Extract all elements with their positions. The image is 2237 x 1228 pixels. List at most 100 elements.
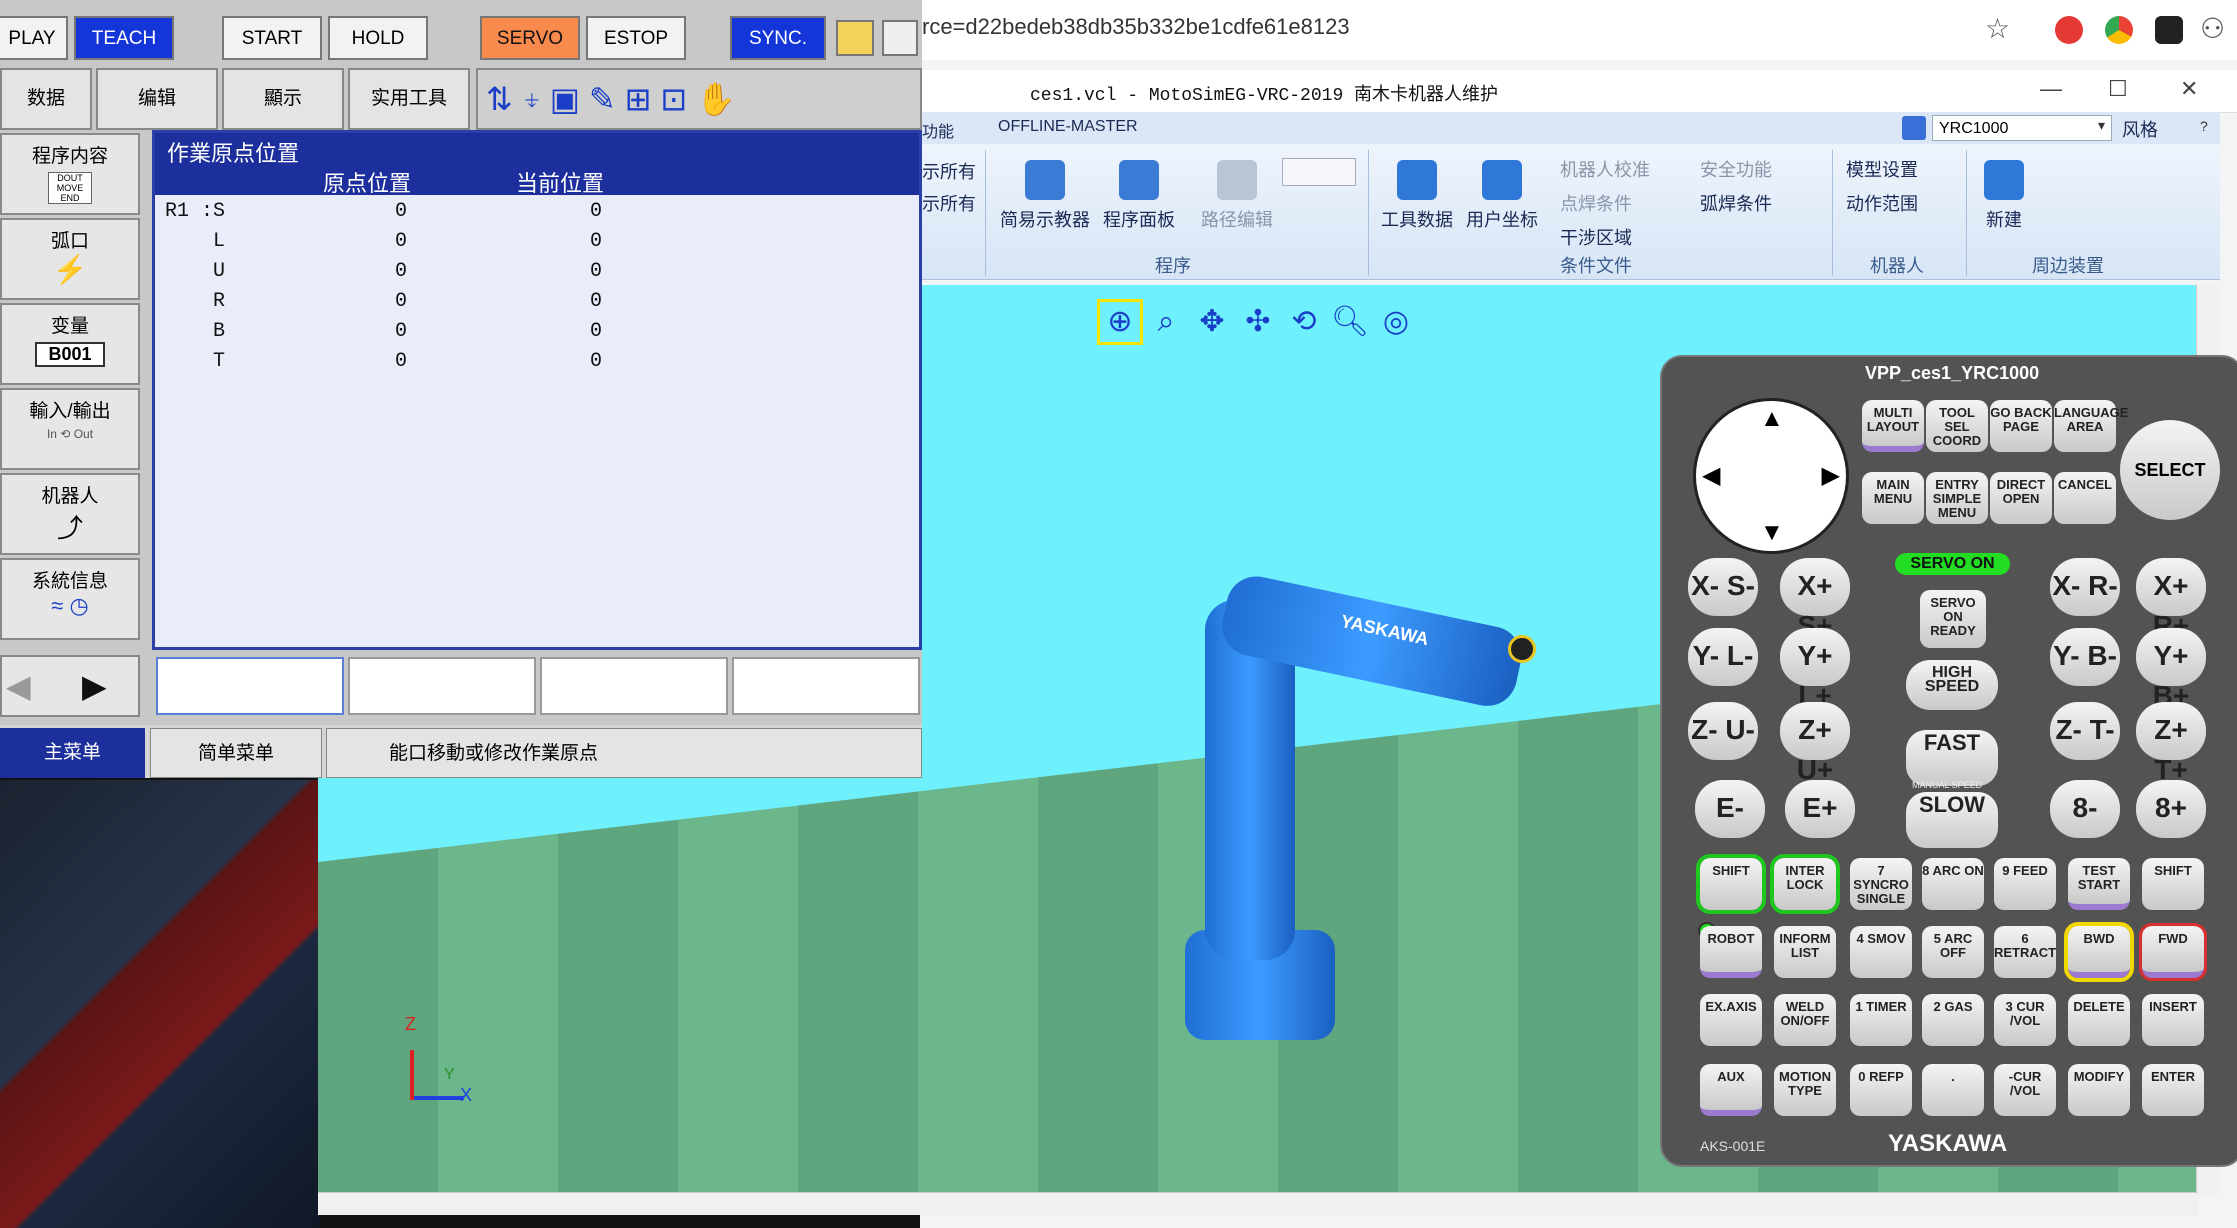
extension-icon[interactable] [2155, 16, 2183, 44]
play-button[interactable]: PLAY [0, 16, 68, 60]
url-text[interactable]: rce=d22bedeb38db35b332be1cdfe61e8123 [922, 14, 1350, 40]
path-combo[interactable] [1282, 158, 1356, 186]
hold-button[interactable]: HOLD [328, 16, 428, 60]
home-value[interactable]: 0 [395, 200, 407, 223]
side-variable[interactable]: 变量 B001 [0, 303, 140, 385]
home-value[interactable]: 0 [395, 290, 407, 313]
x-plus-key[interactable]: X+ S+ [1780, 558, 1850, 641]
motion-type-key[interactable]: MOTION TYPE [1774, 1064, 1836, 1116]
fast-key[interactable]: FAST [1906, 730, 1998, 786]
modify-key[interactable]: MODIFY [2068, 1064, 2130, 1116]
robot-calib-button[interactable]: 机器人校准 [1560, 156, 1650, 182]
trash-icon[interactable] [882, 20, 918, 56]
ry-plus-key[interactable]: Y+ B+ [2136, 628, 2206, 711]
minimize-button[interactable]: — [2040, 76, 2062, 102]
key-5[interactable]: 5 ARC OFF [1922, 926, 1984, 978]
shift-key-left[interactable]: SHIFT [1696, 854, 1766, 914]
chevron-down-icon[interactable]: ▾ [2098, 117, 2105, 134]
model-setting-button[interactable]: 模型设置 [1846, 156, 1918, 182]
servo-on-button[interactable]: SERVO ON [480, 16, 580, 91]
key-4[interactable]: 4 SMOV [1850, 926, 1912, 978]
zoom-icon[interactable]: 🔍︎ [1330, 302, 1370, 342]
x-minus-key[interactable]: X- S- [1688, 558, 1758, 616]
key-6[interactable]: 6 RETRACT [1994, 926, 2056, 978]
high-speed-key[interactable]: HIGH SPEED [1906, 660, 1998, 710]
input-cell-1[interactable] [156, 657, 344, 715]
safety-button[interactable]: 安全功能 [1700, 156, 1772, 182]
ry-minus-key[interactable]: Y- B- [2050, 628, 2120, 686]
y-minus-key[interactable]: Y- L- [1688, 628, 1758, 686]
menu-data[interactable]: 数据 [0, 68, 92, 130]
side-job[interactable]: 程序内容 DOUT MOVE END [0, 133, 140, 215]
horizontal-scrollbar[interactable] [318, 1192, 2198, 1215]
home-value[interactable]: 0 [395, 230, 407, 253]
shift-key-right[interactable]: SHIFT [2142, 858, 2204, 910]
folder-icon[interactable] [836, 20, 874, 56]
rx-plus-key[interactable]: X+ R+ [2136, 558, 2206, 641]
home-value[interactable]: 0 [395, 320, 407, 343]
e-plus-key[interactable]: E+ [1785, 780, 1855, 838]
home-value[interactable]: 0 [395, 260, 407, 283]
teach-button[interactable]: TEACH [74, 16, 174, 60]
key-7[interactable]: 7 SYNCRO SINGLE [1850, 858, 1912, 910]
layout-key[interactable]: MULTI LAYOUT [1862, 400, 1924, 452]
key-2[interactable]: 2 GAS [1922, 994, 1984, 1046]
fit-icon[interactable]: ◎ [1376, 302, 1416, 342]
key-8[interactable]: 8 ARC ON [1922, 858, 1984, 910]
e-minus-key[interactable]: E- [1695, 780, 1765, 838]
menu-display[interactable]: 顯示 [222, 68, 344, 130]
servo-ready-key[interactable]: SERVO ON READY [1920, 590, 1986, 648]
interference-button[interactable]: 干涉区域 [1560, 224, 1632, 250]
side-robot[interactable]: 机器人 ⤴ [0, 473, 140, 555]
dpad[interactable]: ▲ ▼ ◀ ▶ [1693, 398, 1849, 554]
cancel-key[interactable]: CANCEL [2054, 472, 2116, 524]
direct-open-key[interactable]: DIRECT OPEN [1990, 472, 2052, 524]
show-all-2[interactable]: 示所有 [922, 190, 976, 216]
z-minus-key[interactable]: Z- U- [1688, 702, 1758, 760]
path-edit-button[interactable]: 路径编辑 [1192, 160, 1282, 232]
sync-button[interactable]: SYNC. [730, 16, 826, 60]
program-panel-button[interactable]: 程序面板 [1097, 160, 1181, 232]
axis8-minus-key[interactable]: 8- [2050, 780, 2120, 838]
rz-minus-key[interactable]: Z- T- [2050, 702, 2120, 760]
orbit-icon[interactable]: ✥ [1192, 302, 1232, 342]
tab-function[interactable]: 功能 [922, 118, 954, 142]
dot-key[interactable]: . [1922, 1064, 1984, 1116]
page-next-icon[interactable]: ▶ [82, 667, 107, 705]
home-value[interactable]: 0 [395, 350, 407, 373]
adblock-icon[interactable] [2055, 16, 2083, 44]
main-menu-button[interactable]: 主菜单 [0, 728, 145, 778]
side-sysinfo[interactable]: 系統信息 ≈ ◷ [0, 558, 140, 640]
robot-key[interactable]: ROBOT [1700, 926, 1762, 978]
select-button[interactable]: SELECT [2120, 420, 2220, 520]
rz-plus-key[interactable]: Z+ T+ [2136, 702, 2206, 785]
simple-menu-key[interactable]: ENTRY SIMPLE MENU [1926, 472, 1988, 524]
motion-range-button[interactable]: 动作范围 [1846, 190, 1918, 216]
controller-select[interactable]: YRC1000 [1932, 115, 2112, 141]
main-menu-key[interactable]: MAIN MENU [1862, 472, 1924, 524]
interlock-key[interactable]: INTER LOCK [1770, 854, 1840, 914]
star-icon[interactable]: ☆ [1985, 12, 2010, 45]
arrow-left-icon[interactable]: ◀ [1702, 461, 1720, 490]
input-cell-2[interactable] [348, 657, 536, 715]
zoom-box-icon[interactable]: ⌕ [1146, 302, 1186, 342]
test-start-key[interactable]: TEST START [2068, 858, 2130, 910]
estop-button[interactable]: ESTOP [586, 16, 686, 60]
slow-key[interactable]: SLOW [1906, 792, 1998, 848]
menu-utility[interactable]: 实用工具 [348, 68, 470, 130]
close-button[interactable]: ✕ [2180, 76, 2198, 102]
axis8-plus-key[interactable]: 8+ [2136, 780, 2206, 838]
simple-menu-button[interactable]: 简单菜单 [150, 728, 322, 778]
key-9[interactable]: 9 FEED [1994, 858, 2056, 910]
arrow-right-icon[interactable]: ▶ [1822, 461, 1840, 490]
menu-edit[interactable]: 编辑 [96, 68, 218, 130]
tab-offline-master[interactable]: OFFLINE-MASTER [998, 118, 1138, 136]
tool-data-button[interactable]: 工具数据 [1375, 160, 1459, 232]
page-prev-icon[interactable]: ◀ [6, 667, 31, 705]
show-all-1[interactable]: 示所有 [922, 158, 976, 184]
cur-vol-minus-key[interactable]: -CUR /VOL [1994, 1064, 2056, 1116]
side-io[interactable]: 輸入/輸出 In ⟲ Out [0, 388, 140, 470]
arc-cond-button[interactable]: 弧焊条件 [1700, 190, 1772, 216]
ex-axis-key[interactable]: EX.AXIS [1700, 994, 1762, 1046]
simple-teach-button[interactable]: 简易示教器 [995, 160, 1095, 232]
